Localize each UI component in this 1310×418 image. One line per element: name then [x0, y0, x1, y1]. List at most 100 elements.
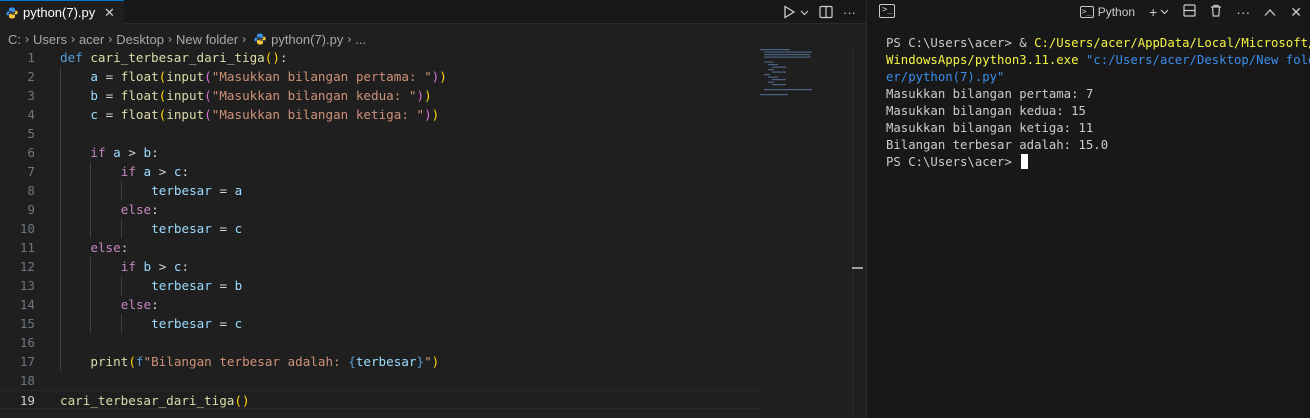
chevron-right-icon: ›	[70, 32, 75, 46]
split-terminal-icon[interactable]	[1183, 4, 1196, 20]
code-line[interactable]: 10 terbesar = c	[0, 219, 760, 238]
code-line[interactable]: 6 if a > b:	[0, 143, 760, 162]
code-line[interactable]: 14 else:	[0, 295, 760, 314]
code-token: =	[97, 69, 121, 84]
line-number: 10	[19, 221, 35, 236]
code-line[interactable]: 16	[0, 333, 760, 352]
breadcrumb-symbol[interactable]: ...	[355, 32, 366, 47]
indent-guide	[90, 295, 92, 314]
code-line[interactable]: 9 else:	[0, 200, 760, 219]
indent-guide	[90, 219, 92, 238]
line-number: 2	[27, 69, 35, 84]
tab-close-icon[interactable]: ✕	[104, 5, 115, 21]
line-number: 19	[19, 393, 35, 408]
close-panel-icon[interactable]: ✕	[1290, 4, 1302, 21]
code-token: a	[113, 145, 121, 160]
code-line[interactable]: 2a = float(input("Masukkan bilangan pert…	[0, 67, 760, 86]
code-token: terbesar	[151, 221, 212, 236]
more-actions-icon[interactable]: ···	[1236, 4, 1250, 20]
tab-python-file[interactable]: python(7).py ✕	[0, 0, 124, 24]
code-text: a = float(input("Masukkan bilangan perta…	[90, 67, 446, 86]
code-token: :	[151, 202, 159, 217]
chevron-right-icon: ›	[167, 32, 172, 46]
maximize-panel-icon[interactable]	[1264, 4, 1276, 20]
terminal-text: WindowsApps/python3.11.exe	[886, 53, 1079, 67]
line-number: 1	[27, 50, 35, 65]
code-token: {	[348, 354, 356, 369]
minimap[interactable]	[760, 48, 852, 98]
trash-icon[interactable]	[1210, 4, 1222, 20]
code-line[interactable]: 4c = float(input("Masukkan bilangan keti…	[0, 105, 760, 124]
breadcrumb: C: › Users › acer › Desktop › New folder…	[0, 29, 366, 49]
code-token: ()	[264, 50, 280, 65]
terminal-icon[interactable]: >_	[879, 4, 895, 18]
terminal-text: PS C:\Users\acer> &	[886, 36, 1035, 50]
editor-scrollbar[interactable]	[852, 48, 865, 418]
indent-guide	[60, 333, 61, 352]
code-token: float	[120, 69, 159, 84]
code-text: b = float(input("Masukkan bilangan kedua…	[90, 86, 431, 105]
add-terminal-icon[interactable]: +	[1149, 4, 1157, 20]
chevron-right-icon: ›	[108, 32, 113, 46]
code-line[interactable]: 15 terbesar = c	[0, 314, 760, 333]
terminal-line: Bilangan terbesar adalah: 15.0	[886, 137, 1306, 154]
code-line[interactable]: 7 if a > c:	[0, 162, 760, 181]
terminal-output[interactable]: PS C:\Users\acer> & C:/Users/acer/AppDat…	[886, 35, 1310, 171]
code-token: :	[151, 297, 159, 312]
code-line[interactable]: 1 def cari_terbesar_dari_tiga():	[0, 48, 760, 67]
breadcrumb-desktop[interactable]: Desktop	[116, 32, 164, 47]
breadcrumb-users[interactable]: Users	[33, 32, 67, 47]
code-line[interactable]: 19 cari_terbesar_dari_tiga()	[0, 390, 760, 409]
run-dropdown-icon[interactable]	[800, 8, 809, 17]
code-token: b	[90, 88, 98, 103]
breadcrumb-acer[interactable]: acer	[79, 32, 104, 47]
line-number: 18	[19, 373, 35, 388]
terminal-toolbar: >_ >_ Python + ··· ✕	[867, 0, 1310, 24]
run-icon[interactable]	[783, 5, 796, 19]
terminal-cursor	[1021, 154, 1029, 169]
code-line[interactable]: 3b = float(input("Masukkan bilangan kedu…	[0, 86, 760, 105]
code-token: if	[120, 259, 144, 274]
code-token: :	[181, 259, 190, 274]
code-line[interactable]: 17 print(f"Bilangan terbesar adalah: {ter…	[0, 352, 760, 371]
line-number: 5	[27, 126, 35, 141]
code-line[interactable]: 11 else:	[0, 238, 760, 257]
indent-guide	[60, 314, 61, 333]
code-token: input	[166, 88, 205, 103]
code-line[interactable]: 12 if b > c:	[0, 257, 760, 276]
code-token: ()	[234, 393, 250, 408]
code-token: )	[424, 88, 432, 103]
line-number: 14	[19, 297, 35, 312]
code-line[interactable]: 5	[0, 124, 760, 143]
breadcrumb-drive[interactable]: C:	[8, 32, 21, 47]
indent-guide	[120, 219, 122, 238]
indent-guide	[90, 162, 92, 181]
code-line[interactable]: 8 terbesar = a	[0, 181, 760, 200]
terminal-shell-label[interactable]: Python	[1098, 5, 1135, 19]
code-text: c = float(input("Masukkan bilangan ketig…	[90, 105, 439, 124]
code-token: a	[234, 183, 243, 198]
code-text: terbesar = c	[151, 314, 242, 333]
code-token: (	[204, 69, 212, 84]
indent-guide	[120, 314, 122, 333]
breadcrumb-new-folder[interactable]: New folder	[176, 32, 238, 47]
code-text: if a > c:	[121, 162, 189, 181]
code-token: else	[90, 240, 121, 255]
code-token: input	[166, 107, 205, 122]
code-token: a	[90, 69, 98, 84]
line-number: 13	[19, 278, 35, 293]
code-line[interactable]: 18	[0, 371, 760, 390]
chevron-right-icon: ›	[242, 32, 247, 46]
code-token: f	[135, 354, 144, 369]
code-token: float	[120, 107, 159, 122]
split-editor-icon[interactable]	[819, 5, 833, 19]
add-terminal-dropdown-icon[interactable]	[1160, 5, 1169, 19]
code-line[interactable]: 13 terbesar = b	[0, 276, 760, 295]
more-actions-icon[interactable]: ···	[843, 5, 856, 20]
breadcrumb-file[interactable]: python(7).py	[271, 32, 343, 47]
code-editor[interactable]: 1 def cari_terbesar_dari_tiga(): 2 a = floa…	[0, 48, 760, 409]
chevron-right-icon: ›	[347, 32, 352, 46]
terminal-line: Masukkan bilangan ketiga: 11	[886, 120, 1306, 137]
code-token: )	[424, 107, 432, 122]
